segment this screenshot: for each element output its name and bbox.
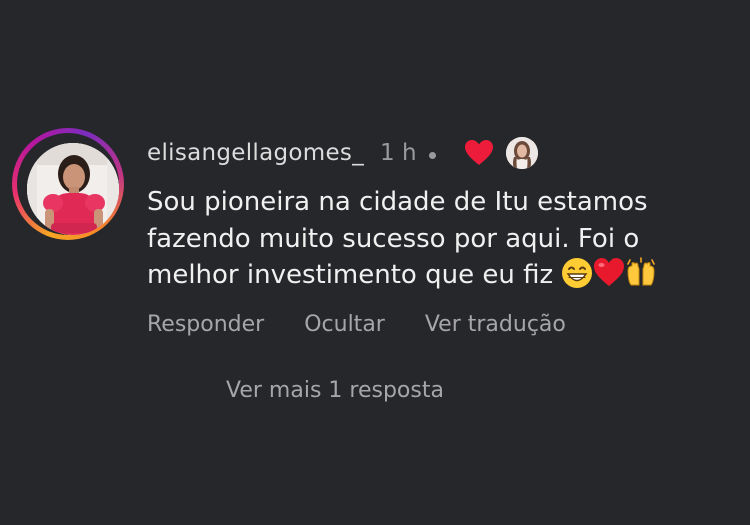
username[interactable]: elisangellagomes_ xyxy=(147,140,364,166)
grinning-face-emoji xyxy=(561,257,593,289)
author-like-avatar xyxy=(505,137,538,169)
reply-button[interactable]: Responder xyxy=(147,312,264,337)
profile-avatar-story-ring[interactable] xyxy=(12,128,124,240)
avatar xyxy=(27,143,119,235)
comment-timestamp: 1 h xyxy=(380,140,417,166)
red-heart-emoji xyxy=(593,257,625,289)
comment-line-3: melhor investimento que eu fiz xyxy=(147,260,554,290)
liked-heart-icon[interactable] xyxy=(464,139,494,167)
comment-line-1: Sou pioneira na cidade de Itu estamos xyxy=(147,187,648,217)
comment: elisangellagomes_ 1 h Sou pioneira na ci… xyxy=(0,0,750,525)
separator-dot-icon xyxy=(428,151,436,159)
comment-header: elisangellagomes_ 1 h xyxy=(147,133,538,173)
avatar-ring-gap xyxy=(17,133,119,235)
comment-body: Sou pioneira na cidade de Itu estamos faz… xyxy=(147,184,737,294)
comment-actions: Responder Ocultar Ver tradução xyxy=(147,312,606,337)
raising-hands-emoji xyxy=(625,257,657,289)
see-translation-button[interactable]: Ver tradução xyxy=(425,312,566,337)
comment-line-2: fazendo muito sucesso por aqui. Foi o xyxy=(147,223,640,254)
view-more-replies-button[interactable]: Ver mais 1 resposta xyxy=(226,378,444,403)
hide-button[interactable]: Ocultar xyxy=(304,312,385,337)
